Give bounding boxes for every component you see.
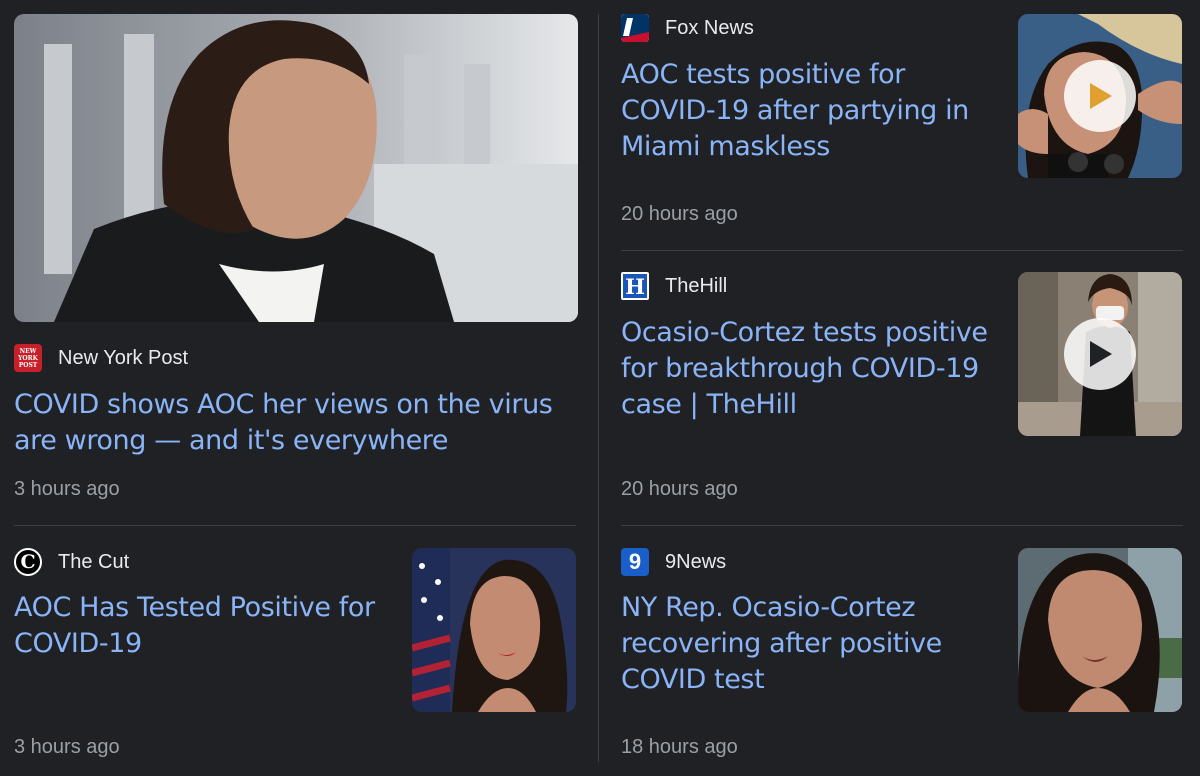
the-cut-thumbnail <box>412 548 576 712</box>
play-icon[interactable] <box>1064 60 1136 132</box>
headline[interactable]: NY Rep. Ocasio-Cortez recovering after p… <box>621 590 1006 698</box>
new-york-post-logo-text: NEW YORK POST <box>18 347 38 369</box>
news-card-the-cut[interactable]: C The Cut AOC Has Tested Positive for CO… <box>14 546 578 766</box>
play-triangle <box>1090 83 1112 109</box>
9news-logo-text: 9 <box>628 549 642 574</box>
timestamp: 20 hours ago <box>621 203 738 225</box>
card-divider <box>621 250 1183 251</box>
new-york-post-logo: NEW YORK POST <box>14 344 42 372</box>
fox-news-logo-mark <box>621 14 649 42</box>
source-name: Fox News <box>665 17 754 39</box>
source-name: New York Post <box>58 347 189 369</box>
9news-thumbnail <box>1018 548 1182 712</box>
fox-news-logo <box>621 14 649 42</box>
featured-image <box>14 14 578 322</box>
timestamp: 3 hours ago <box>14 736 120 758</box>
9news-photo <box>1018 548 1182 712</box>
play-icon[interactable] <box>1064 318 1136 390</box>
the-cut-logo: C <box>14 548 42 576</box>
timestamp: 20 hours ago <box>621 478 738 500</box>
source-name: TheHill <box>665 275 728 297</box>
the-cut-photo <box>412 548 576 712</box>
column-divider <box>598 14 599 762</box>
headline[interactable]: AOC tests positive for COVID-19 after pa… <box>621 57 1001 165</box>
thehill-thumbnail <box>1018 272 1182 436</box>
thehill-logo-text: H <box>625 273 645 299</box>
the-cut-logo-text: C <box>20 551 36 573</box>
news-card-fox-news[interactable]: Fox News AOC tests positive for COVID-19… <box>621 14 1186 239</box>
featured-photo <box>14 14 578 322</box>
source-name: 9News <box>665 551 727 573</box>
timestamp: 18 hours ago <box>621 736 738 758</box>
timestamp: 3 hours ago <box>14 478 120 500</box>
headline[interactable]: COVID shows AOC her views on the virus a… <box>14 387 574 459</box>
card-divider <box>14 525 576 526</box>
thehill-logo: H <box>621 272 649 300</box>
source-name: The Cut <box>58 551 130 573</box>
news-results: NEW YORK POST New York Post COVID shows … <box>0 0 1200 776</box>
card-divider <box>621 525 1183 526</box>
news-card-featured[interactable]: NEW YORK POST New York Post COVID shows … <box>14 14 578 510</box>
fox-news-thumbnail <box>1018 14 1182 178</box>
news-card-thehill[interactable]: H TheHill Ocasio-Cortez tests positive f… <box>621 272 1186 512</box>
headline[interactable]: AOC Has Tested Positive for COVID-19 <box>14 590 394 662</box>
headline[interactable]: Ocasio-Cortez tests positive for breakth… <box>621 315 1006 423</box>
9news-logo: 9 <box>621 548 649 576</box>
news-card-9news[interactable]: 9 9News NY Rep. Ocasio-Cortez recovering… <box>621 546 1186 766</box>
play-triangle <box>1090 341 1112 367</box>
